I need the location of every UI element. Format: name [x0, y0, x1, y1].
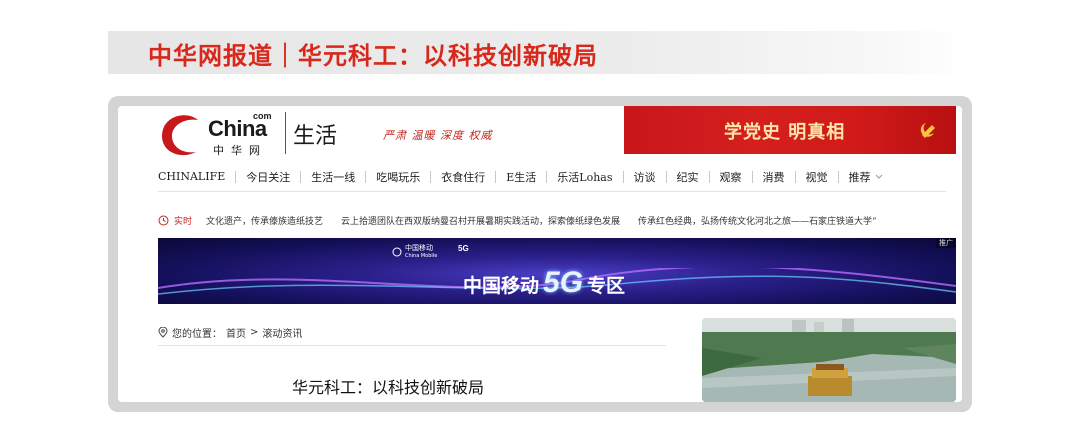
5g-title-post: 专区 — [587, 275, 626, 297]
nav-item-observe[interactable]: 观察 — [710, 169, 752, 185]
nav-item-consume[interactable]: 消费 — [753, 169, 795, 185]
china-mobile-icon — [392, 247, 402, 257]
brand-name-en: China Mobile — [405, 253, 438, 259]
ticker-item[interactable]: 文化遗产，传承傣族造纸技艺 — [206, 214, 323, 227]
clock-icon — [158, 215, 169, 226]
headline-title: 中华网报道｜华元科工：以科技创新破局 — [148, 42, 598, 70]
main-nav: CHINALIFE 今日关注 生活一线 吃喝玩乐 衣食住行 E生活 乐活Loha… — [158, 162, 946, 192]
ticker-label: 实时 — [174, 217, 193, 227]
breadcrumb: 您的位置： 首页 > 滚动资讯 — [158, 326, 666, 346]
nav-item-living[interactable]: 衣食住行 — [431, 169, 495, 185]
article-title: 华元科工：以科技创新破局 — [292, 378, 485, 397]
5g-title-5g: 5G — [543, 266, 584, 299]
5g-badge: 5G — [458, 244, 469, 253]
location-pin-icon — [158, 327, 168, 338]
ad-label: 推广 — [936, 238, 956, 248]
china-mobile-5g-banner[interactable]: 中国移动 China Mobile 5G 中国移动 5G 专区 推广 — [158, 238, 956, 304]
party-history-banner[interactable]: 学党史 明真相 — [624, 106, 956, 154]
breadcrumb-prefix: 您的位置： — [172, 329, 222, 340]
breadcrumb-home[interactable]: 首页 — [226, 325, 246, 340]
nav-item-visual[interactable]: 视觉 — [796, 169, 838, 185]
website-screenshot: China com 中华网 生活 严肃 温暖 深度 权威 学党史 明真相 CHI… — [118, 106, 962, 402]
nav-item-food-fun[interactable]: 吃喝玩乐 — [366, 169, 430, 185]
screenshot-frame: China com 中华网 生活 严肃 温暖 深度 权威 学党史 明真相 CHI… — [108, 96, 972, 412]
realtime-ticker: 实时 文化遗产，传承傣族造纸技艺 云上拾遗团队在西双版纳曼召村开展暑期实践活动，… — [158, 214, 958, 228]
party-banner-text: 学党史 明真相 — [724, 122, 846, 143]
nav-item-lohas[interactable]: 乐活Lohas — [547, 169, 622, 185]
ticker-items: 文化遗产，传承傣族造纸技艺 云上拾遗团队在西双版纳曼召村开展暑期实践活动，探索傣… — [206, 214, 877, 227]
nav-item-chinalife[interactable]: CHINALIFE — [158, 170, 235, 183]
logo-com-text: com — [253, 111, 272, 121]
river-scene-image — [702, 318, 956, 402]
5g-title-pre: 中国移动 — [463, 275, 540, 297]
5g-banner-title: 中国移动 5G 专区 — [463, 266, 625, 300]
breadcrumb-separator: > — [250, 327, 259, 338]
logo-divider — [285, 112, 286, 154]
nav-item-interview[interactable]: 访谈 — [624, 169, 666, 185]
logo-swoosh-icon — [162, 115, 198, 156]
nav-item-elife[interactable]: E生活 — [496, 169, 546, 185]
nav-more-label: 推荐 — [848, 170, 871, 184]
nav-more-dropdown[interactable]: 推荐 — [839, 169, 883, 185]
page: 中华网报道｜华元科工：以科技创新破局 China com 中华网 生活 严肃 温… — [0, 0, 1080, 439]
ticker-item[interactable]: 传承红色经典，弘扬传统文化河北之旅——石家庄铁道大学“ — [638, 214, 877, 227]
logo-chinese-text: 中华网 — [213, 144, 267, 157]
brand-name: 中国移动 — [405, 244, 433, 252]
hammer-sickle-icon — [920, 123, 935, 138]
channel-name[interactable]: 生活 — [293, 118, 337, 150]
nav-item-frontline[interactable]: 生活一线 — [301, 169, 365, 185]
nav-item-documentary[interactable]: 纪实 — [667, 169, 709, 185]
headline-bar: 中华网报道｜华元科工：以科技创新破局 — [108, 31, 970, 74]
ticker-item[interactable]: 云上拾遗团队在西双版纳曼召村开展暑期实践活动，探索傣纸绿色发展 — [341, 214, 620, 227]
china-mobile-logo: 中国移动 China Mobile — [392, 244, 437, 260]
river-photo[interactable] — [702, 318, 956, 402]
breadcrumb-current[interactable]: 滚动资讯 — [262, 325, 302, 340]
site-slogan: 严肃 温暖 深度 权威 — [383, 129, 493, 142]
nav-item-today[interactable]: 今日关注 — [236, 169, 300, 185]
chevron-down-icon — [875, 174, 882, 179]
